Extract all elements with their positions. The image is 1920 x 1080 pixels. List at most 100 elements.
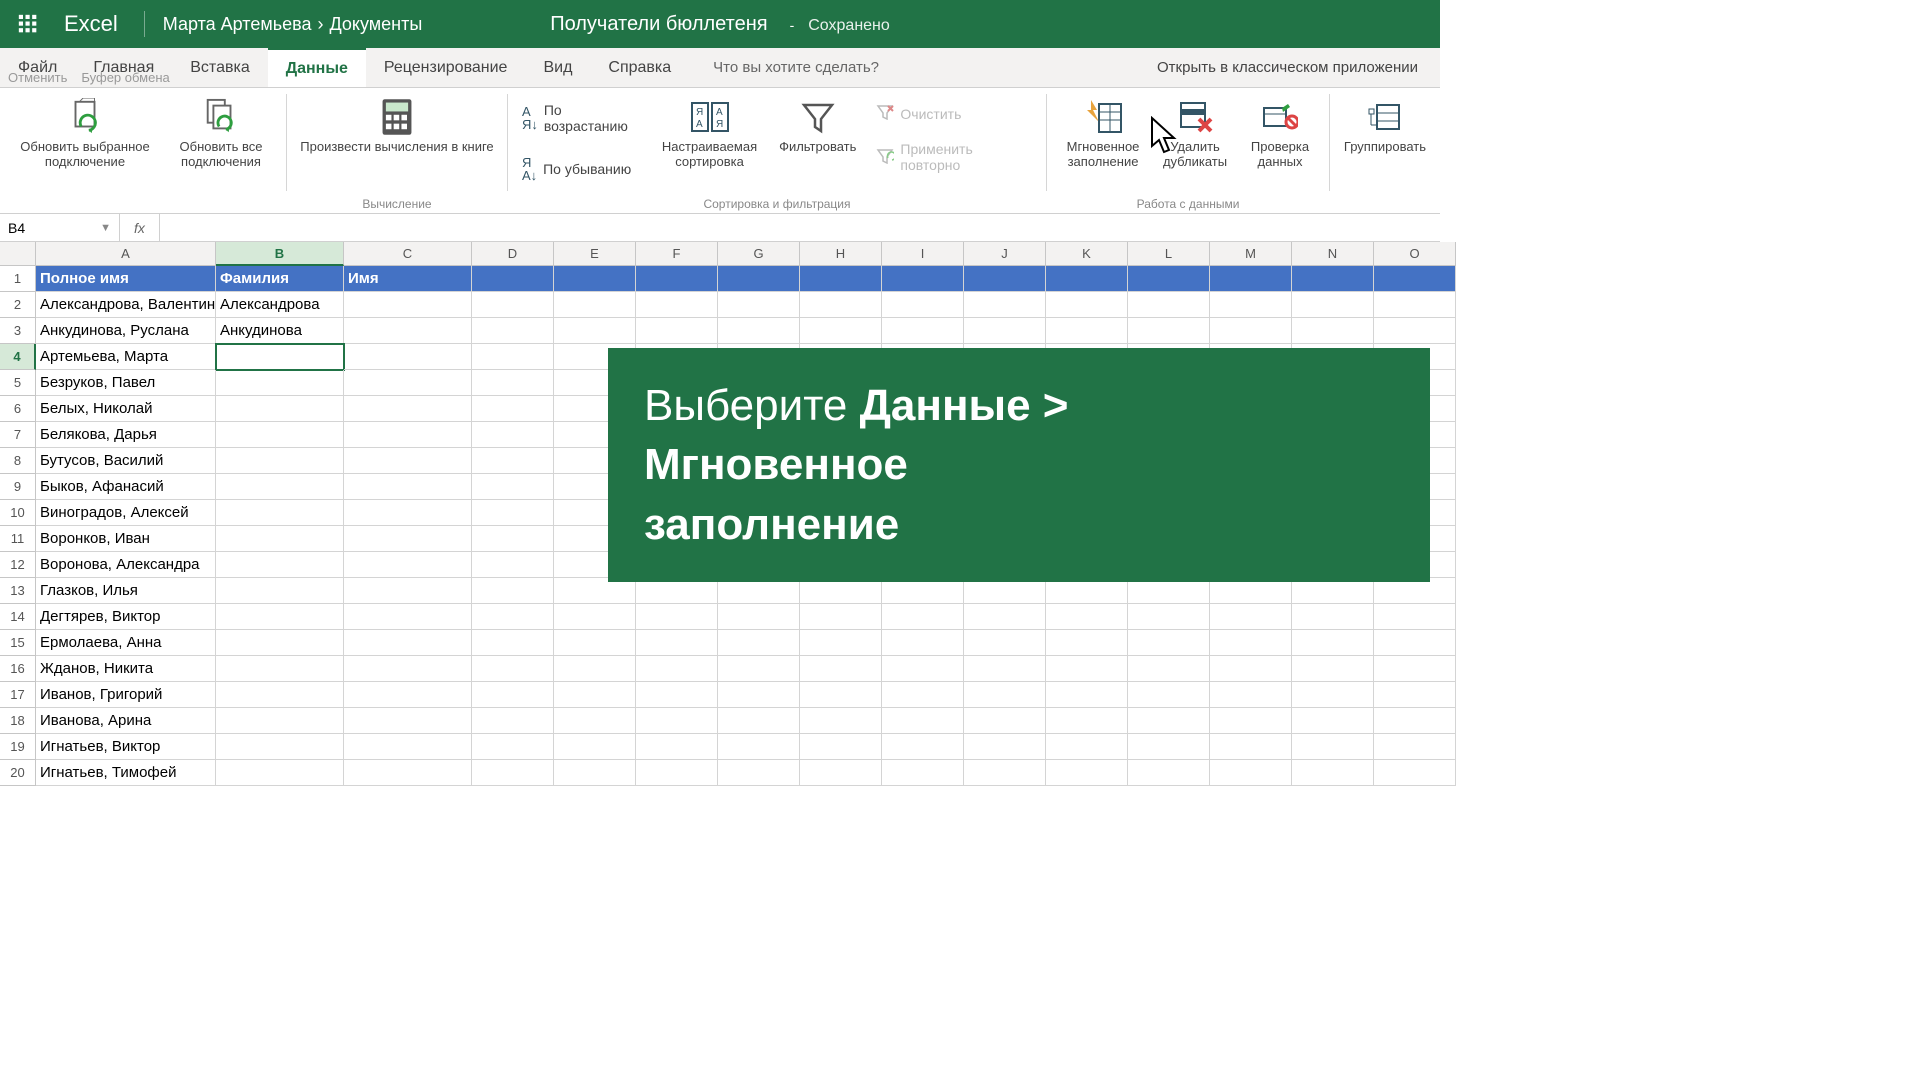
cell[interactable] — [800, 682, 882, 708]
cell[interactable] — [344, 500, 472, 526]
cell[interactable] — [554, 292, 636, 318]
cell[interactable] — [344, 318, 472, 344]
cell[interactable] — [964, 318, 1046, 344]
cell[interactable]: Игнатьев, Тимофей — [36, 760, 216, 786]
row-header[interactable]: 10 — [0, 500, 36, 526]
cell[interactable] — [216, 396, 344, 422]
column-header[interactable]: D — [472, 242, 554, 266]
cell[interactable] — [1374, 292, 1456, 318]
breadcrumb-user[interactable]: Марта Артемьева — [163, 14, 312, 35]
cell[interactable] — [1046, 682, 1128, 708]
cell[interactable] — [1128, 656, 1210, 682]
cell[interactable] — [216, 344, 344, 370]
cell[interactable] — [1046, 604, 1128, 630]
cell[interactable] — [882, 292, 964, 318]
refresh-selected-button[interactable]: Обновить выбранное подключение — [10, 92, 160, 170]
cell[interactable] — [636, 266, 718, 292]
cell[interactable] — [554, 318, 636, 344]
breadcrumb-folder[interactable]: Документы — [329, 14, 422, 35]
cell[interactable] — [344, 656, 472, 682]
cell[interactable] — [882, 682, 964, 708]
cell[interactable] — [472, 552, 554, 578]
column-header[interactable]: C — [344, 242, 472, 266]
row-header[interactable]: 15 — [0, 630, 36, 656]
cell[interactable] — [216, 734, 344, 760]
cell[interactable] — [882, 604, 964, 630]
cell[interactable] — [1128, 266, 1210, 292]
cell[interactable] — [216, 422, 344, 448]
column-header[interactable]: I — [882, 242, 964, 266]
cell[interactable] — [216, 500, 344, 526]
cell[interactable] — [882, 760, 964, 786]
cell[interactable] — [800, 760, 882, 786]
open-in-desktop-button[interactable]: Открыть в классическом приложении — [1135, 48, 1440, 87]
row-header[interactable]: 7 — [0, 422, 36, 448]
cell[interactable] — [344, 526, 472, 552]
row-header[interactable]: 12 — [0, 552, 36, 578]
cell[interactable] — [964, 292, 1046, 318]
tab-view[interactable]: Вид — [525, 48, 590, 87]
cell[interactable] — [1128, 318, 1210, 344]
cell[interactable] — [718, 630, 800, 656]
cell[interactable] — [1210, 266, 1292, 292]
cell[interactable] — [800, 318, 882, 344]
cell[interactable] — [1128, 760, 1210, 786]
row-header[interactable]: 17 — [0, 682, 36, 708]
tab-review[interactable]: Рецензирование — [366, 48, 526, 87]
cell[interactable] — [964, 760, 1046, 786]
row-header[interactable]: 6 — [0, 396, 36, 422]
cell[interactable] — [344, 760, 472, 786]
calculate-workbook-button[interactable]: Произвести вычисления в книге — [297, 92, 497, 155]
cell[interactable] — [554, 734, 636, 760]
cell[interactable] — [636, 656, 718, 682]
cell[interactable] — [1046, 318, 1128, 344]
cell[interactable] — [800, 292, 882, 318]
cell[interactable] — [344, 734, 472, 760]
cell[interactable] — [800, 266, 882, 292]
cell[interactable]: Имя — [344, 266, 472, 292]
cell[interactable]: Бутусов, Василий — [36, 448, 216, 474]
cell[interactable] — [344, 396, 472, 422]
cell[interactable] — [882, 266, 964, 292]
cell[interactable] — [964, 630, 1046, 656]
cell[interactable] — [472, 578, 554, 604]
row-header[interactable]: 18 — [0, 708, 36, 734]
cell[interactable] — [718, 292, 800, 318]
column-header[interactable]: H — [800, 242, 882, 266]
name-box[interactable]: B4 ▼ — [0, 214, 120, 241]
cell[interactable]: Фамилия — [216, 266, 344, 292]
cell[interactable] — [472, 500, 554, 526]
cell[interactable]: Артемьева, Марта — [36, 344, 216, 370]
cell[interactable] — [472, 760, 554, 786]
cell[interactable] — [1210, 734, 1292, 760]
select-all-corner[interactable] — [0, 242, 36, 266]
cell[interactable] — [636, 682, 718, 708]
cell[interactable] — [554, 708, 636, 734]
cell[interactable] — [1374, 708, 1456, 734]
cell[interactable] — [216, 448, 344, 474]
cell[interactable] — [472, 448, 554, 474]
cell[interactable] — [216, 708, 344, 734]
cell[interactable] — [636, 760, 718, 786]
cell[interactable] — [216, 656, 344, 682]
cell[interactable] — [554, 682, 636, 708]
cell[interactable] — [472, 266, 554, 292]
filter-button[interactable]: Фильтровать — [769, 92, 866, 155]
cell[interactable] — [1292, 292, 1374, 318]
cell[interactable] — [1210, 604, 1292, 630]
cell[interactable] — [964, 734, 1046, 760]
column-header[interactable]: L — [1128, 242, 1210, 266]
cell[interactable] — [1046, 630, 1128, 656]
cell[interactable] — [472, 604, 554, 630]
cell[interactable]: Александрова, Валентина — [36, 292, 216, 318]
cell[interactable]: Александрова — [216, 292, 344, 318]
cell[interactable] — [216, 578, 344, 604]
cell[interactable] — [718, 318, 800, 344]
cell[interactable] — [344, 604, 472, 630]
cell[interactable] — [554, 266, 636, 292]
cell[interactable]: Анкудинова — [216, 318, 344, 344]
row-header[interactable]: 16 — [0, 656, 36, 682]
cell[interactable]: Иванов, Григорий — [36, 682, 216, 708]
document-title[interactable]: Получатели бюллетеня — [550, 13, 767, 36]
cell[interactable] — [216, 552, 344, 578]
